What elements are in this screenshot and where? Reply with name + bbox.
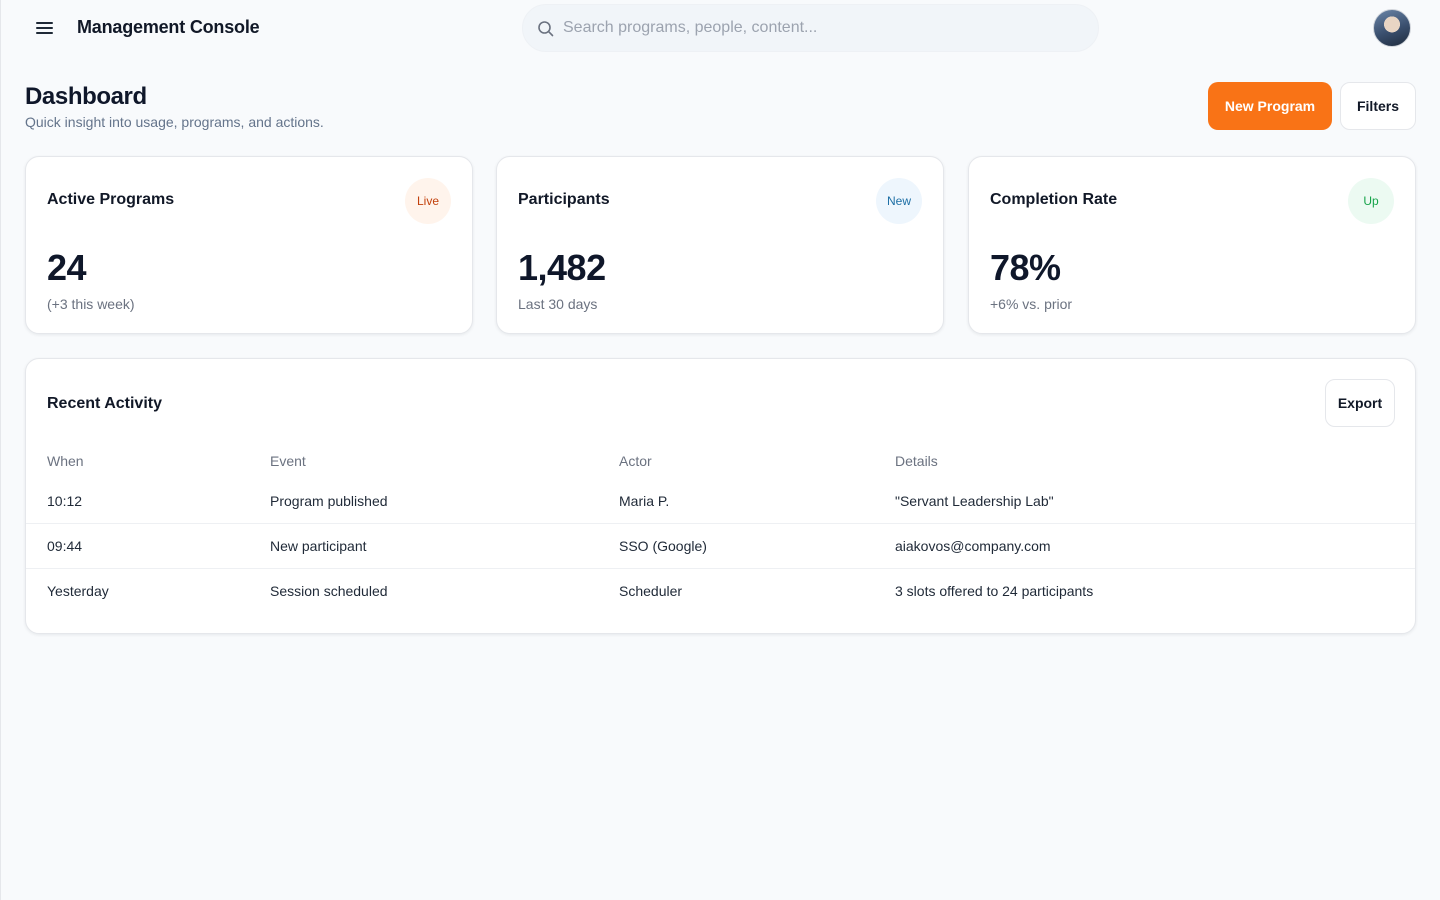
stat-card-title: Participants xyxy=(518,191,610,208)
page-subtitle: Quick insight into usage, programs, and … xyxy=(25,114,324,130)
stat-card-title: Active Programs xyxy=(47,191,175,208)
page-title: Dashboard xyxy=(25,83,147,110)
window-edge xyxy=(0,0,1,900)
stat-card-value: 24 xyxy=(47,247,87,288)
cell-details: 3 slots offered to 24 participants xyxy=(895,583,1094,599)
cell-actor: Maria P. xyxy=(619,493,670,509)
panel-title: Recent Activity xyxy=(47,395,162,412)
stat-card-value: 78% xyxy=(990,247,1061,288)
stat-card-note: +6% vs. prior xyxy=(990,296,1073,312)
stat-card-note: Last 30 days xyxy=(518,296,598,312)
table-header: When Event Actor Details xyxy=(26,451,1415,473)
search-bar[interactable] xyxy=(522,4,1099,52)
table-row[interactable]: 10:12 Program published Maria P. "Servan… xyxy=(26,479,1415,524)
column-header-when: When xyxy=(47,453,84,469)
cell-details: "Servant Leadership Lab" xyxy=(895,493,1054,509)
cell-when: Yesterday xyxy=(47,583,109,599)
status-badge: New xyxy=(876,178,922,224)
stat-card-active-programs: Active Programs Live 24 (+3 this week) xyxy=(25,156,473,334)
cell-event: Program published xyxy=(270,493,388,509)
top-bar: Management Console xyxy=(0,0,1440,58)
filters-button[interactable]: Filters xyxy=(1340,82,1416,130)
stat-card-completion-rate: Completion Rate Up 78% +6% vs. prior xyxy=(968,156,1416,334)
stat-card-participants: Participants New 1,482 Last 30 days xyxy=(496,156,944,334)
search-input[interactable] xyxy=(563,5,1083,51)
app-title: Management Console xyxy=(77,17,260,37)
cell-when: 10:12 xyxy=(47,493,83,509)
status-badge: Up xyxy=(1348,178,1394,224)
new-program-button[interactable]: New Program xyxy=(1208,82,1332,130)
status-badge: Live xyxy=(405,178,451,224)
cell-event: Session scheduled xyxy=(270,583,388,599)
cell-event: New participant xyxy=(270,538,367,554)
search-icon xyxy=(538,21,554,37)
cell-actor: Scheduler xyxy=(619,583,683,599)
cell-actor: SSO (Google) xyxy=(619,538,707,554)
table-row[interactable]: 09:44 New participant SSO (Google) aiako… xyxy=(26,524,1415,569)
column-header-event: Event xyxy=(270,453,306,469)
export-button[interactable]: Export xyxy=(1325,379,1395,427)
stat-card-value: 1,482 xyxy=(518,247,606,288)
column-header-details: Details xyxy=(895,453,938,469)
column-header-actor: Actor xyxy=(619,453,652,469)
table-row[interactable]: Yesterday Session scheduled Scheduler 3 … xyxy=(26,569,1415,614)
stat-card-title: Completion Rate xyxy=(990,191,1118,208)
stat-card-note: (+3 this week) xyxy=(47,296,135,312)
cell-details: aiakovos@company.com xyxy=(895,538,1051,554)
recent-activity-panel: Recent Activity Export When Event Actor … xyxy=(25,358,1416,634)
cell-when: 09:44 xyxy=(47,538,83,554)
user-avatar[interactable] xyxy=(1373,9,1411,47)
hamburger-menu-icon[interactable] xyxy=(32,17,58,39)
